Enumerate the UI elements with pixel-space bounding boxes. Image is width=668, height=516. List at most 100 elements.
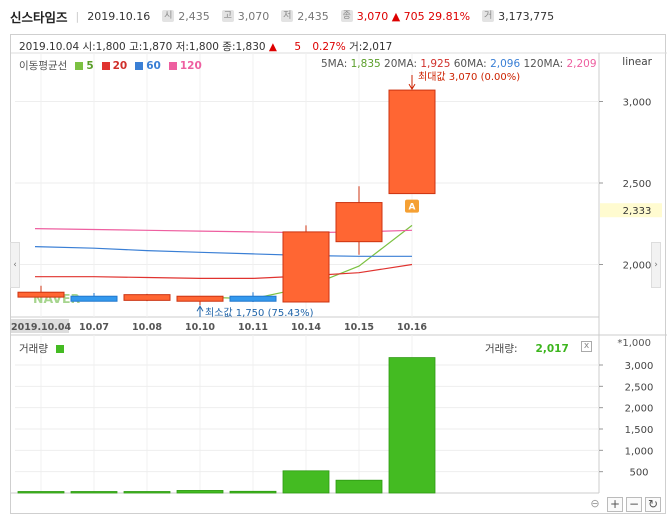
ma60-swatch	[135, 61, 144, 70]
ma-legend: 이동평균선 5 20 60 120	[19, 58, 202, 73]
volume-axis-label: 2,000	[625, 404, 654, 415]
stock-chart[interactable]: 2,000 2,500 3,000 2019.10.04 10.07 10.08 10.10…	[11, 35, 667, 515]
max-annotation: 최대값 3,070 (0.00%)	[418, 71, 520, 83]
ohlc-high-label: 고:	[129, 41, 143, 53]
close-icon[interactable]: x	[581, 341, 592, 352]
ohlc-close: 1,830	[235, 41, 266, 53]
close-value: 3,070 ▲ 705 29.81%	[356, 9, 471, 23]
scale-mode-label[interactable]: linear	[622, 56, 652, 68]
chart-container[interactable]: 2,000 2,500 3,000 2019.10.04 10.07 10.08 10.10…	[10, 34, 667, 515]
candle-body	[123, 294, 171, 301]
volume-readout-value: 2,017	[535, 343, 569, 355]
candle-body	[335, 202, 383, 243]
candle-body	[70, 295, 118, 302]
ma20-value-label: 20MA:	[384, 58, 417, 70]
price-axis-label: 2,500	[623, 179, 652, 190]
x-axis-label: 10.14	[291, 322, 321, 333]
scroll-right-icon[interactable]: ›	[651, 242, 661, 288]
ma20-swatch	[101, 61, 110, 70]
divider: |	[75, 9, 80, 23]
x-axis-label: 10.10	[185, 322, 215, 333]
volume-axis-label: 1,000	[625, 446, 654, 457]
open-value: 2,435	[178, 9, 210, 23]
volume-readout: 거래량: 2,017	[485, 341, 569, 356]
volume-panel-title: 거래량	[19, 343, 48, 355]
volume-bar	[229, 490, 277, 494]
ma20-line	[35, 263, 413, 279]
volume-panel-header: 거래량	[19, 341, 64, 356]
ohlc-low-label: 저:	[175, 41, 189, 53]
ma5-swatch	[75, 61, 84, 70]
ohlc-open: 1,800	[95, 41, 126, 53]
ma120-value-label: 120MA:	[523, 58, 564, 70]
price-axis-label: 3,000	[623, 98, 652, 109]
ma5-label: 5	[86, 59, 94, 72]
zoom-slider-icon[interactable]: ⊖	[587, 497, 603, 512]
volume-prefix-badge: 거	[482, 10, 495, 22]
ma5-value: 1,835	[350, 58, 381, 70]
scroll-left-icon[interactable]: ‹	[10, 242, 20, 288]
volume-bar	[70, 491, 118, 494]
marker-label: A	[409, 203, 416, 213]
ohlc-change-pct: 0.27%	[312, 41, 346, 53]
volume-axis-label: 2,500	[625, 382, 654, 393]
ohlc-volume: 2,017	[362, 41, 393, 53]
volume-bar	[123, 491, 171, 494]
ma120-swatch	[168, 61, 177, 70]
volume-swatch	[55, 344, 64, 353]
ma-values: 5MA: 1,835 20MA: 1,925 60MA: 2,096 120MA…	[321, 58, 597, 70]
volume-bar	[17, 491, 65, 494]
volume-bar	[176, 490, 224, 494]
candle-body	[229, 295, 277, 302]
close-prefix-badge: 종	[340, 10, 353, 22]
high-value: 3,070	[237, 9, 270, 23]
ohlc-date: 2019.10.04	[19, 41, 80, 53]
current-price-label: 2,333	[623, 206, 652, 217]
volume-bar	[335, 479, 383, 494]
candle-body	[388, 89, 436, 195]
x-axis-label: 10.16	[397, 322, 427, 333]
ohlc-change-arrow: ▲	[268, 41, 277, 53]
x-axis-label: 2019.10.04	[11, 322, 71, 333]
ma120-value: 2,209	[566, 58, 597, 70]
ohlc-low: 1,800	[188, 41, 219, 53]
ohlc-volume-label: 거:	[349, 41, 363, 53]
candle-body	[282, 231, 330, 303]
high-prefix-badge: 고	[221, 10, 234, 22]
low-prefix-badge: 저	[281, 10, 294, 22]
x-axis-label: 10.15	[344, 322, 374, 333]
refresh-icon[interactable]: ↻	[645, 497, 661, 512]
min-annotation: 최소값 1,750 (75.43%)	[205, 307, 314, 319]
low-value: 2,435	[297, 9, 329, 23]
candle-body	[17, 291, 65, 298]
stock-summary-bar: 신스타임즈 | 2019.10.16 시 2,435 고 3,070 저 2,435 …	[0, 0, 668, 32]
volume-readout-label: 거래량:	[485, 343, 518, 355]
ma-legend-title: 이동평균선	[19, 60, 68, 72]
price-axis-label: 2,000	[623, 261, 652, 272]
ma60-line	[34, 246, 412, 257]
volume-unit: *1,000	[617, 338, 651, 349]
ma60-value-label: 60MA:	[453, 58, 487, 70]
ma20-label: 20	[112, 59, 128, 72]
ma20-value: 1,925	[420, 58, 451, 70]
ma5-value-label: 5MA:	[321, 58, 348, 70]
volume-axis-label: 3,000	[625, 361, 654, 372]
x-axis-label: 10.07	[79, 322, 109, 333]
ohlc-high: 1,870	[142, 41, 173, 53]
ma60-value: 2,096	[490, 58, 521, 70]
zoom-out-icon[interactable]: −	[626, 497, 642, 512]
candle-body	[176, 295, 224, 302]
volume-bar	[282, 470, 330, 494]
ohlc-readout: 2019.10.04 시:1,800 고:1,870 저:1,800 종:1,8…	[19, 39, 392, 54]
ohlc-close-label: 종:	[222, 41, 236, 53]
volume-axis-label: 1,500	[625, 425, 654, 436]
volume-axis-label: 500	[629, 468, 648, 479]
x-axis-label: 10.11	[238, 322, 268, 333]
zoom-in-icon[interactable]: +	[607, 497, 623, 512]
open-prefix-badge: 시	[162, 10, 175, 22]
stock-name: 신스타임즈	[10, 9, 68, 25]
x-axis-label: 10.08	[132, 322, 162, 333]
ma60-label: 60	[146, 59, 161, 72]
ohlc-change-value: 5	[294, 41, 302, 53]
ma120-label: 120	[179, 59, 202, 72]
